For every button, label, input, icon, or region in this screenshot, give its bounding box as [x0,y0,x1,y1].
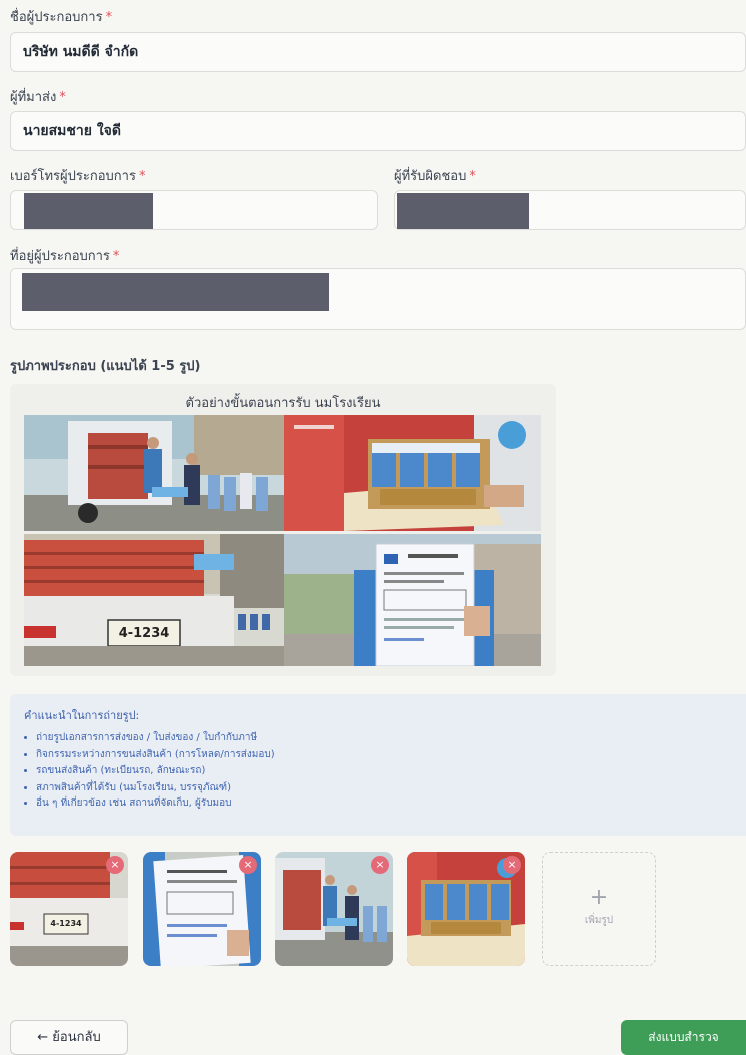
submit-survey-button[interactable]: ส่งแบบสำรวจ [621,1020,746,1055]
uploaded-thumb-document[interactable]: × [143,852,261,966]
uploaded-thumb-milk-box[interactable]: × [407,852,525,966]
example-photo-truck: 4-1234 [24,534,284,666]
remove-photo-4-button[interactable]: × [503,856,521,874]
phone-redaction [24,193,153,229]
responsible-redaction [397,193,529,229]
address-label: ที่อยู่ผู้ประกอบการ * [10,249,120,264]
sender-value: นายสมชาย ใจดี [23,123,121,139]
remove-photo-3-button[interactable]: × [371,856,389,874]
example-gallery: ตัวอย่างขั้นตอนการรับ นมโรงเรียน 4-1234 [10,384,556,676]
address-redaction [22,273,329,311]
photos-label: รูปภาพประกอบ (แนบได้ 1-5 รูป) [10,359,201,374]
uploaded-thumb-loading[interactable]: × [275,852,393,966]
tip-item: ถ่ายรูปเอกสารการส่งของ / ใบส่งของ / ใบกำ… [36,730,732,747]
tip-item: สภาพสินค้าที่ได้รับ (นมโรงเรียน, บรรจุภั… [36,780,732,797]
responsible-label: ผู้ที่รับผิดชอบ * [394,169,476,184]
uploaded-thumb-truck[interactable]: 4-1234 × [10,852,128,966]
tip-item: อื่น ๆ ที่เกี่ยวข้อง เช่น สถานที่จัดเก็บ… [36,796,732,813]
company-name-input[interactable]: บริษัท นมดีดี จำกัด [10,32,746,72]
example-photo-loading [24,415,284,531]
tip-item: กิจกรรมระหว่างการขนส่งสินค้า (การโหลด/กา… [36,747,732,764]
example-photo-milk-box [284,415,541,531]
add-photo-label: เพิ่มรูป [584,915,614,926]
plus-icon: + [589,885,609,910]
company-name-label: ชื่อผู้ประกอบการ * [10,10,113,25]
example-photo-document [284,534,541,666]
back-button[interactable]: ← ย้อนกลับ [10,1020,128,1055]
company-name-value: บริษัท นมดีดี จำกัด [23,44,139,60]
example-caption: ตัวอย่างขั้นตอนการรับ นมโรงเรียน [185,396,381,411]
thumb-plate-text: 4-1234 [50,919,82,928]
photo-tips-panel: คำแนะนำในการถ่ายรูป: ถ่ายรูปเอกสารการส่ง… [10,694,746,836]
sender-input[interactable]: นายสมชาย ใจดี [10,111,746,151]
remove-photo-1-button[interactable]: × [106,856,124,874]
tips-title: คำแนะนำในการถ่ายรูป: [24,709,140,722]
remove-photo-2-button[interactable]: × [239,856,257,874]
tips-list: ถ่ายรูปเอกสารการส่งของ / ใบส่งของ / ใบกำ… [24,730,732,813]
tip-item: รถขนส่งสินค้า (ทะเบียนรถ, ลักษณะรถ) [36,763,732,780]
add-photo-button[interactable]: + เพิ่มรูป [542,852,656,966]
sender-label: ผู้ที่มาส่ง * [10,90,66,105]
example-plate-text: 4-1234 [118,626,170,641]
phone-label: เบอร์โทรผู้ประกอบการ * [10,169,146,184]
